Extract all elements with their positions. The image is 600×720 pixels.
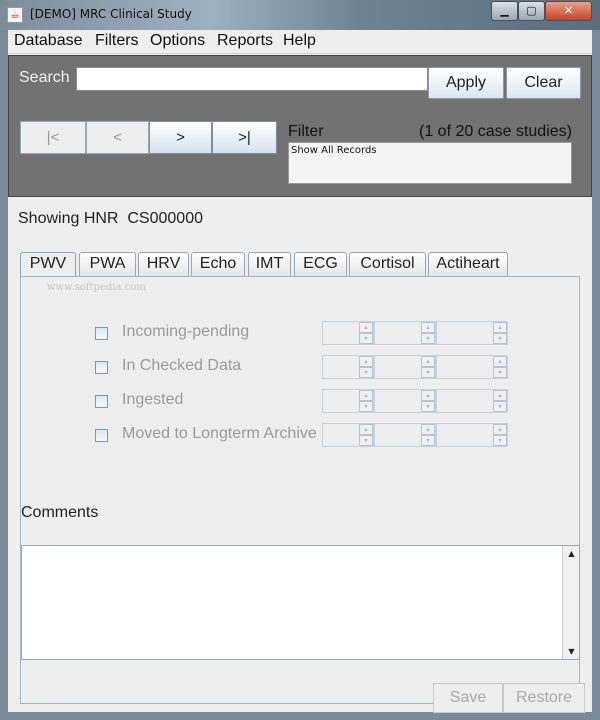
status-label: Incoming-pending [122,323,250,340]
record-indicator: Showing HNR CS000000 [18,210,203,228]
menu-database[interactable]: Database [14,32,83,50]
date-spinner-group: ▴ ▾ ▴ ▾ ▴ ▾ [322,355,508,379]
status-label: Moved to Longterm Archive [122,425,317,442]
comments-scrollbar[interactable]: ▲ ▼ [562,546,579,659]
status-label: In Checked Data [122,357,242,374]
java-cup-icon: ☕ [7,7,23,23]
menu-help[interactable]: Help [283,32,316,50]
minimize-button[interactable]: ▁ [491,1,518,21]
tab-pwa[interactable]: PWA [79,252,136,276]
client-area: Database Filters Options Reports Help Se… [8,30,592,713]
year-spinner[interactable]: ▴ ▾ [436,355,508,379]
date-spinner-group: ▴ ▾ ▴ ▾ ▴ ▾ [322,423,508,447]
previous-record-button[interactable]: < [86,121,149,154]
record-id: CS000000 [127,210,203,227]
title-bar[interactable]: ☕ [DEMO] MRC Clinical Study ▁ ▢ ✕ [0,0,600,30]
window-title: [DEMO] MRC Clinical Study [30,7,192,21]
search-label: Search [19,69,70,86]
next-record-button[interactable]: > [149,121,212,154]
last-record-button[interactable]: >| [212,121,277,154]
filter-list[interactable]: Show All Records [288,142,572,184]
day-spinner[interactable]: ▴ ▾ [322,321,374,345]
tab-ecg[interactable]: ECG [294,252,347,276]
incoming-pending-checkbox[interactable] [95,327,108,340]
ingested-checkbox[interactable] [95,395,108,408]
comments-label: Comments [21,504,99,521]
tab-imt[interactable]: IMT [248,252,291,276]
date-spinner-group: ▴ ▾ ▴ ▾ ▴ ▾ [322,321,508,345]
in-checked-data-checkbox[interactable] [95,361,108,374]
moved-to-archive-checkbox[interactable] [95,429,108,442]
restore-button[interactable]: Restore [503,683,585,713]
clear-button[interactable]: Clear [506,67,581,99]
save-button[interactable]: Save [433,683,503,713]
year-spinner[interactable]: ▴ ▾ [436,423,508,447]
tab-panel: www.softpedia.com Incoming-pending ▴ ▾ ▴ ▾… [20,276,580,704]
comments-textarea[interactable]: ▲ ▼ [21,545,580,660]
tab-hrv[interactable]: HRV [138,252,189,276]
day-spinner[interactable]: ▴ ▾ [322,389,374,413]
watermark: www.softpedia.com [47,282,146,293]
maximize-button[interactable]: ▢ [518,1,545,21]
status-label: Ingested [122,391,184,408]
tab-echo[interactable]: Echo [191,252,245,276]
menu-filters[interactable]: Filters [95,32,139,50]
filter-option[interactable]: Show All Records [291,145,377,156]
month-spinner[interactable]: ▴ ▾ [374,321,436,345]
close-button[interactable]: ✕ [545,1,592,21]
menu-options[interactable]: Options [150,32,205,50]
month-spinner[interactable]: ▴ ▾ [374,389,436,413]
year-spinner[interactable]: ▴ ▾ [436,321,508,345]
date-spinner-group: ▴ ▾ ▴ ▾ ▴ ▾ [322,389,508,413]
tab-pwv[interactable]: PWV [20,252,76,278]
filter-count: (1 of 20 case studies) [419,123,572,140]
year-spinner[interactable]: ▴ ▾ [436,389,508,413]
day-spinner[interactable]: ▴ ▾ [322,355,374,379]
tab-cortisol[interactable]: Cortisol [349,252,426,276]
month-spinner[interactable]: ▴ ▾ [374,423,436,447]
tab-actiheart[interactable]: Actiheart [428,252,508,276]
menu-reports[interactable]: Reports [217,32,273,50]
search-panel: Search Apply Clear |< < > >| Filter (1 o… [8,55,592,197]
scroll-down-icon[interactable]: ▼ [565,645,578,658]
apply-button[interactable]: Apply [428,67,504,99]
day-spinner[interactable]: ▴ ▾ [322,423,374,447]
menu-bar: Database Filters Options Reports Help [8,30,592,54]
month-spinner[interactable]: ▴ ▾ [374,355,436,379]
app-window: ☕ [DEMO] MRC Clinical Study ▁ ▢ ✕ Databa… [0,0,600,720]
search-input[interactable] [76,67,428,91]
scroll-up-icon[interactable]: ▲ [565,547,578,560]
showing-label: Showing HNR [18,210,119,227]
filter-label: Filter [288,123,324,140]
first-record-button[interactable]: |< [20,121,86,154]
